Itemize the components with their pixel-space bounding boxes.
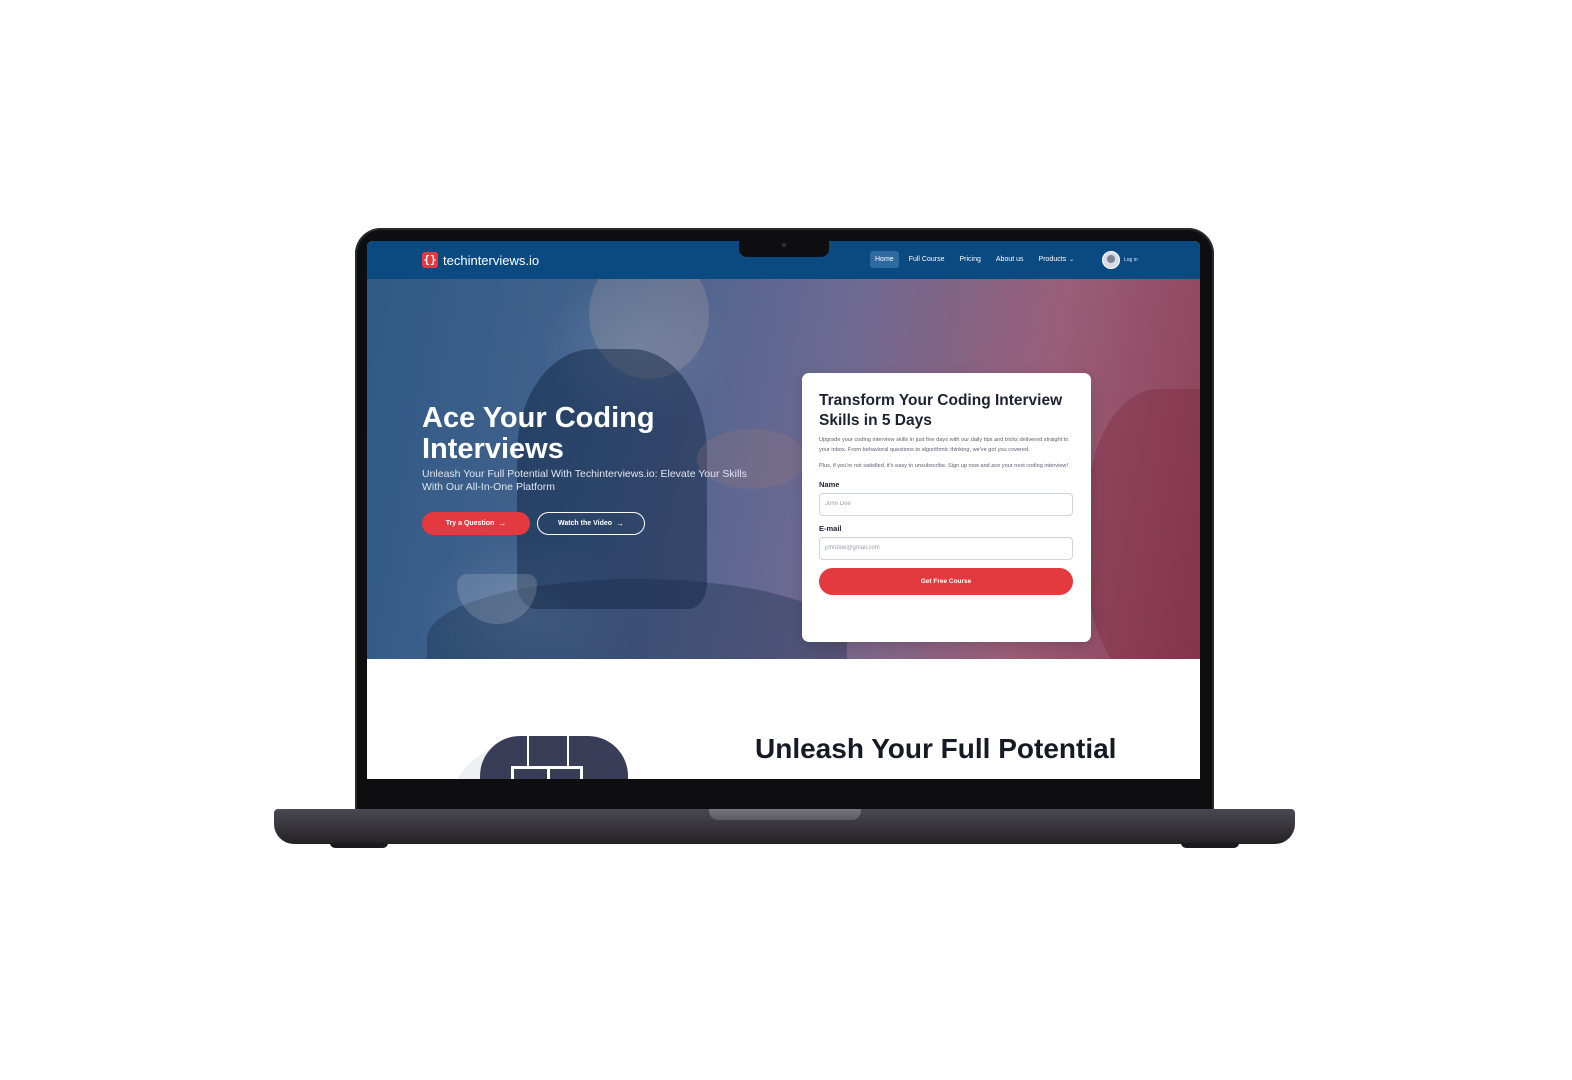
signup-card: Transform Your Coding Interview Skills i… xyxy=(802,373,1091,642)
avatar-icon xyxy=(1102,251,1120,269)
try-question-label: Try a Question xyxy=(445,520,495,527)
name-label: Name xyxy=(819,479,840,489)
email-label: E-mail xyxy=(819,523,842,533)
illustration-detail-line xyxy=(580,766,583,779)
get-free-course-button[interactable]: Get Free Course xyxy=(819,567,1073,595)
arrow-right-icon: → xyxy=(616,519,625,528)
login-label: Log in xyxy=(1124,257,1138,263)
nav-home[interactable]: Home xyxy=(870,251,899,268)
laptop-screen: {} techinterviews.io Home Full Course Pr… xyxy=(367,241,1200,779)
login-button[interactable]: Log in xyxy=(1102,251,1138,269)
nav-full-course[interactable]: Full Course xyxy=(904,251,950,268)
laptop-foot xyxy=(330,843,388,848)
features-section: Unleash Your Full Potential xyxy=(367,659,1200,779)
nav-links: Home Full Course Pricing About us Produc… xyxy=(870,251,1084,268)
chevron-down-icon: ⌄ xyxy=(1069,257,1075,263)
arrow-right-icon: → xyxy=(498,519,507,528)
watch-video-button[interactable]: Watch the Video → xyxy=(537,512,645,535)
illustration-collar-line xyxy=(567,736,569,766)
camera-icon xyxy=(782,243,786,247)
illustration-detail-line xyxy=(547,766,550,779)
name-input[interactable] xyxy=(819,492,1073,516)
brackets-logo-icon: {} xyxy=(422,252,438,268)
hero-photo-right-person xyxy=(1087,389,1200,659)
nav-pricing[interactable]: Pricing xyxy=(954,251,985,268)
nav-products[interactable]: Products ⌄ xyxy=(1034,251,1080,268)
hero-subtitle: Unleash Your Full Potential With Techint… xyxy=(422,468,747,493)
brand-name: techinterviews.io xyxy=(443,252,540,268)
nav-products-label: Products xyxy=(1038,256,1067,263)
watch-video-label: Watch the Video xyxy=(557,520,613,527)
card-title: Transform Your Coding Interview Skills i… xyxy=(819,392,1063,429)
section-title: Unleash Your Full Potential xyxy=(755,733,1117,764)
hero-section: Ace Your Coding Interviews Unleash Your … xyxy=(367,279,1200,659)
brand-logo[interactable]: {} techinterviews.io xyxy=(422,252,539,268)
illustration-detail-line xyxy=(511,766,514,779)
nav-about-us[interactable]: About us xyxy=(991,251,1029,268)
illustration-person-shirt xyxy=(480,736,628,779)
card-unsubscribe-note: Plus, if you're not satisfied, it's easy… xyxy=(819,463,1069,469)
laptop-foot xyxy=(1181,843,1239,848)
email-input[interactable] xyxy=(819,536,1073,560)
hero-title: Ace Your Coding Interviews xyxy=(422,402,655,465)
illustration-collar-line xyxy=(527,736,529,766)
laptop-opening-groove xyxy=(709,809,861,820)
card-description: Upgrade your coding interview skills in … xyxy=(819,437,1069,453)
try-question-button[interactable]: Try a Question → xyxy=(422,512,530,535)
